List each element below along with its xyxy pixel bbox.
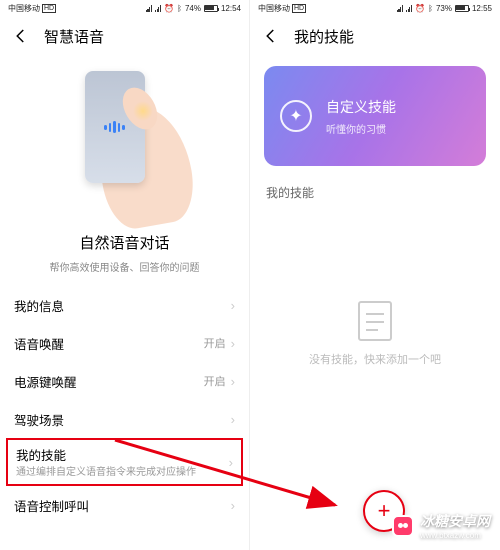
header: 我的技能 xyxy=(250,16,500,56)
card-subtitle: 听懂你的习惯 xyxy=(326,121,396,136)
list-item-label: 电源键唤醒 xyxy=(14,372,77,391)
document-icon xyxy=(358,301,392,341)
status-bar: 中国移动 HD ⏰ ᛒ 73% 12:55 xyxy=(250,0,500,16)
carrier-label: 中国移动 xyxy=(258,3,290,14)
list-item-label: 我的信息 xyxy=(14,296,64,315)
hero-illustration xyxy=(0,56,249,226)
status-bar: 中国移动 HD ⏰ ᛒ 74% 12:54 xyxy=(0,0,249,16)
list-item-label: 语音控制呼叫 xyxy=(14,496,89,515)
list-item-value: 开启 xyxy=(204,373,226,389)
card-title: 自定义技能 xyxy=(326,97,396,117)
screen-my-skills: 中国移动 HD ⏰ ᛒ 73% 12:55 我的技能 ✦ 自定义技能 听懂你的习… xyxy=(250,0,500,550)
watermark: 冰糖安卓网 www.btxazw.com xyxy=(392,511,490,540)
list-item-voice-call-control[interactable]: 语音控制呼叫 › xyxy=(14,486,235,524)
list-item-label: 驾驶场景 xyxy=(14,410,64,429)
back-icon[interactable] xyxy=(12,27,30,45)
list-item-my-skills[interactable]: 我的技能 通过编排自定义语音指令来完成对应操作 › xyxy=(6,438,243,486)
settings-list: 我的信息 › 语音唤醒 开启 › 电源键唤醒 开启 › 驾驶场景 › 我的技能 通过… xyxy=(0,286,249,524)
plus-icon: + xyxy=(378,498,391,524)
watermark-url: www.btxazw.com xyxy=(420,531,490,540)
list-item-sub: 通过编排自定义语音指令来完成对应操作 xyxy=(16,466,224,479)
battery-pct: 73% xyxy=(436,4,452,13)
hd-badge: HD xyxy=(42,4,56,13)
carrier-label: 中国移动 xyxy=(8,3,40,14)
battery-icon xyxy=(204,5,218,12)
chevron-right-icon: › xyxy=(231,412,235,427)
custom-skill-card[interactable]: ✦ 自定义技能 听懂你的习惯 xyxy=(264,66,486,166)
empty-text: 没有技能，快来添加一个吧 xyxy=(250,351,500,367)
chevron-right-icon: › xyxy=(231,498,235,513)
hd-badge: HD xyxy=(292,4,306,13)
page-title: 智慧语音 xyxy=(44,26,104,47)
chevron-right-icon: › xyxy=(231,336,235,351)
list-item-my-info[interactable]: 我的信息 › xyxy=(14,286,235,324)
hero-title: 自然语音对话 xyxy=(0,232,249,253)
signal-icon xyxy=(397,5,403,12)
list-item-label: 我的技能 xyxy=(16,445,224,464)
bluetooth-icon: ᛒ xyxy=(428,4,433,13)
screen-smart-voice: 中国移动 HD ⏰ ᛒ 74% 12:54 智慧语音 xyxy=(0,0,250,550)
chevron-right-icon: › xyxy=(231,374,235,389)
signal-icon xyxy=(146,5,152,12)
empty-state: 没有技能，快来添加一个吧 xyxy=(250,301,500,367)
page-title: 我的技能 xyxy=(294,26,354,47)
list-item-voice-wakeup[interactable]: 语音唤醒 开启 › xyxy=(14,324,235,362)
watermark-logo-icon xyxy=(392,515,414,537)
battery-icon xyxy=(455,5,469,12)
sound-wave-icon xyxy=(104,121,125,133)
header: 智慧语音 xyxy=(0,16,249,56)
signal-icon xyxy=(155,5,161,12)
back-icon[interactable] xyxy=(262,27,280,45)
bluetooth-icon: ᛒ xyxy=(177,4,182,13)
list-item-label: 语音唤醒 xyxy=(14,334,64,353)
section-label: 我的技能 xyxy=(250,176,500,201)
alarm-icon: ⏰ xyxy=(415,4,425,13)
chevron-right-icon: › xyxy=(231,298,235,313)
clock: 12:55 xyxy=(472,4,492,13)
list-item-value: 开启 xyxy=(204,335,226,351)
signal-icon xyxy=(406,5,412,12)
clock: 12:54 xyxy=(221,4,241,13)
hero-subtitle: 帮你高效使用设备、回答你的问题 xyxy=(0,259,249,274)
alarm-icon: ⏰ xyxy=(164,4,174,13)
watermark-text: 冰糖安卓网 xyxy=(420,511,490,531)
battery-pct: 74% xyxy=(185,4,201,13)
chevron-right-icon: › xyxy=(229,455,233,470)
magic-wand-icon: ✦ xyxy=(280,100,312,132)
list-item-power-wakeup[interactable]: 电源键唤醒 开启 › xyxy=(14,362,235,400)
list-item-driving-scene[interactable]: 驾驶场景 › xyxy=(14,400,235,438)
